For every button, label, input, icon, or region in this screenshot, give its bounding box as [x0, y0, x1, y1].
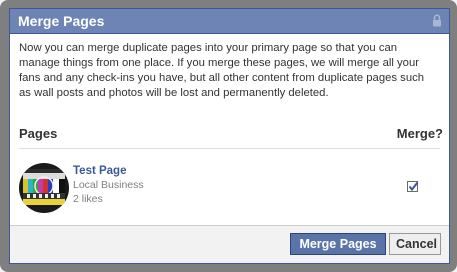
page-row: Test Page Local Business 2 likes	[19, 163, 440, 213]
merge-checkbox[interactable]	[407, 181, 419, 192]
dialog-overlay-frame: Merge Pages Now you can merge duplicate …	[0, 0, 457, 272]
page-info: Test Page Local Business 2 likes	[73, 165, 144, 206]
page-avatar	[19, 163, 69, 213]
page-likes: 2 likes	[73, 193, 103, 205]
cancel-button[interactable]: Cancel	[389, 233, 441, 255]
merge-pages-button[interactable]: Merge Pages	[290, 233, 386, 255]
lock-icon	[432, 14, 442, 27]
page-name-link[interactable]: Test Page	[73, 165, 144, 178]
pages-column-header: Pages	[19, 126, 58, 141]
dialog-title: Merge Pages	[18, 13, 105, 29]
header-divider	[19, 148, 440, 149]
merge-column-header: Merge?	[396, 126, 443, 141]
merge-pages-dialog: Merge Pages Now you can merge duplicate …	[9, 8, 450, 264]
dialog-header: Merge Pages	[10, 9, 449, 34]
dialog-description: Now you can merge duplicate pages into y…	[19, 42, 425, 99]
dialog-footer: Merge Pages Cancel	[10, 225, 449, 263]
page-category: Local Business	[73, 179, 144, 191]
checkbox-checked-icon	[408, 181, 419, 192]
